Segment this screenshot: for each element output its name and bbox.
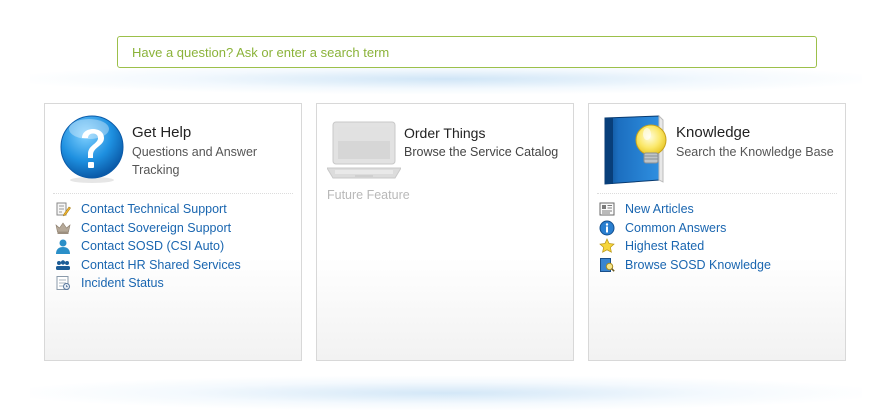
contact-technical-support-link[interactable]: Contact Technical Support	[81, 202, 227, 216]
knowledge-book-icon[interactable]	[599, 114, 671, 186]
list-item: Contact SOSD (CSI Auto)	[55, 237, 241, 256]
panel-subtitle: Browse the Service Catalog	[404, 145, 559, 159]
divider	[53, 193, 293, 194]
knowledge-panel: Knowledge Search the Knowledge Base New …	[588, 103, 846, 361]
panel-title[interactable]: Knowledge	[676, 123, 842, 143]
browse-book-icon	[599, 257, 615, 273]
common-answers-link[interactable]: Common Answers	[625, 221, 726, 235]
laptop-icon	[326, 120, 402, 182]
list-item: Highest Rated	[599, 237, 771, 256]
user-icon	[55, 238, 71, 255]
support-pencil-icon	[55, 201, 71, 217]
group-icon	[55, 257, 71, 273]
star-icon	[599, 238, 615, 254]
panel-title[interactable]: Get Help	[132, 123, 298, 143]
list-item: Contact Technical Support	[55, 200, 241, 219]
bottom-glow	[30, 376, 862, 410]
list-item: Contact HR Shared Services	[55, 256, 241, 275]
list-item: Browse SOSD Knowledge	[599, 256, 771, 275]
top-glow	[30, 64, 862, 94]
knowledge-links-list: New Articles Common Answers Highest Rate…	[599, 200, 771, 274]
browse-sosd-knowledge-link[interactable]: Browse SOSD Knowledge	[625, 258, 771, 272]
help-links-list: Contact Technical Support Contact Sovere…	[55, 200, 241, 293]
divider	[597, 193, 837, 194]
panel-subtitle: Questions and Answer Tracking	[132, 145, 258, 177]
contact-sovereign-support-link[interactable]: Contact Sovereign Support	[81, 221, 231, 235]
list-item: Contact Sovereign Support	[55, 219, 241, 238]
news-icon	[599, 201, 615, 217]
order-things-panel: Order Things Browse the Service Catalog …	[316, 103, 574, 361]
get-help-panel: Get Help Questions and Answer Tracking C…	[44, 103, 302, 361]
list-item: Incident Status	[55, 274, 241, 293]
contact-hr-shared-services-link[interactable]: Contact HR Shared Services	[81, 258, 241, 272]
new-articles-link[interactable]: New Articles	[625, 202, 694, 216]
question-icon[interactable]	[59, 114, 125, 184]
panel-subtitle: Search the Knowledge Base	[676, 145, 834, 159]
panel-title: Order Things	[404, 125, 486, 141]
list-item: New Articles	[599, 200, 771, 219]
incident-status-link[interactable]: Incident Status	[81, 276, 164, 290]
future-feature-note: Future Feature	[327, 188, 410, 202]
search-input[interactable]	[117, 36, 817, 68]
status-icon	[55, 275, 71, 291]
list-item: Common Answers	[599, 219, 771, 238]
highest-rated-link[interactable]: Highest Rated	[625, 239, 704, 253]
contact-sosd-link[interactable]: Contact SOSD (CSI Auto)	[81, 239, 224, 253]
info-icon	[599, 220, 615, 236]
crown-icon	[55, 220, 71, 236]
